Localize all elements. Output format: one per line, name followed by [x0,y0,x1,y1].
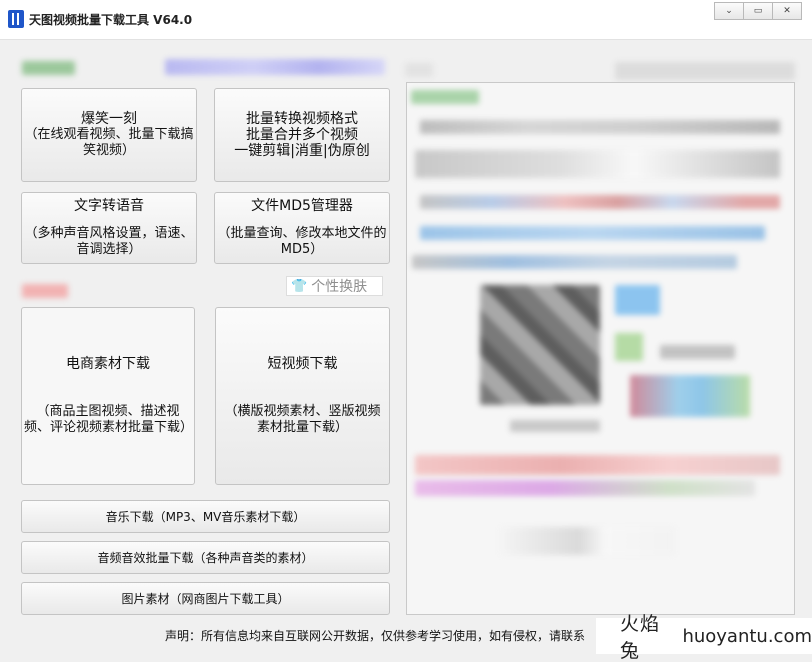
blurred-panel-row [415,150,780,178]
convert-video-label: 批量转换视频格式 [246,111,358,127]
joke-button[interactable]: 爆笑一刻 （在线观看视频、批量下载搞笑视频） [21,88,197,182]
blurred-panel-row [412,255,737,269]
change-skin-link[interactable]: 👕 个性换肤 [286,276,383,296]
blurred-label-left [22,61,75,75]
md5-button-desc: （批量查询、修改本地文件的MD5） [217,226,387,257]
tshirt-icon: 👕 [291,278,308,294]
app-logo-icon [8,10,24,28]
blurred-panel-block [660,345,735,359]
blurred-panel-row [510,420,600,432]
short-video-button-desc: （横版视频素材、竖版视频素材批量下载） [224,404,381,435]
disclaimer-text: 声明：所有信息均来自互联网公开数据，仅供参考学习使用，如有侵权，请联系 [165,629,586,643]
restore-button[interactable]: ▭ [743,2,773,20]
ecommerce-download-button[interactable]: 电商素材下载 （商品主图视频、描述视频、评论视频素材批量下载） [21,307,195,485]
blurred-panel-row [415,480,755,496]
text-to-speech-button[interactable]: 文字转语音 （多种声音风格设置，语速、音调选择） [21,192,197,264]
blurred-label-right-top-2 [615,62,795,80]
blurred-notice-banner [165,59,385,75]
change-skin-label: 个性换肤 [311,279,368,295]
minimize-to-tray-button[interactable]: ⌄ [714,2,744,20]
music-download-button[interactable]: 音乐下载（MP3、MV音乐素材下载） [21,500,390,533]
watermark-cn: 火焰兔 [620,613,661,662]
joke-button-desc: （在线观看视频、批量下载搞笑视频） [24,127,194,158]
blurred-panel-row [411,90,479,104]
blurred-panel-row [420,120,780,134]
blurred-label-right-top [405,63,433,77]
short-video-button-label: 短视频下载 [267,356,338,372]
blurred-panel-row [415,455,780,475]
tts-button-label: 文字转语音 [74,198,144,214]
edit-video-label: 一键剪辑|消重|伪原创 [234,143,370,159]
sound-effect-download-button[interactable]: 音频音效批量下载（各种声音类的素材） [21,541,390,574]
blurred-panel-row [420,226,765,240]
watermark-en: huoyantu.com [682,625,812,647]
short-video-download-button[interactable]: 短视频下载 （横版视频素材、竖版视频素材批量下载） [215,307,390,485]
blurred-skin-tag [22,284,68,298]
blurred-panel-block [615,285,660,315]
joke-button-label: 爆笑一刻 [81,111,137,127]
close-button[interactable]: ✕ [772,2,802,20]
merge-video-label: 批量合并多个视频 [246,127,358,143]
tts-button-desc: （多种声音风格设置，语速、音调选择） [24,226,194,257]
blurred-panel-row [500,527,675,555]
blurred-panel-row [420,195,780,209]
blurred-qr-code [480,285,600,405]
image-material-button[interactable]: 图片素材（网商图片下载工具） [21,582,390,615]
ecommerce-button-label: 电商素材下载 [66,356,150,372]
md5-manager-button[interactable]: 文件MD5管理器 （批量查询、修改本地文件的MD5） [214,192,390,264]
convert-video-button[interactable]: 批量转换视频格式 批量合并多个视频 一键剪辑|消重|伪原创 [214,88,390,182]
md5-button-label: 文件MD5管理器 [251,198,353,214]
blurred-panel-block [615,333,643,361]
watermark: 火焰兔 huoyantu.com [596,613,812,662]
title-bar: 天图视频批量下载工具 V64.0 ⌄ ▭ ✕ [0,0,812,40]
blurred-panel-block [630,375,750,417]
window-title: 天图视频批量下载工具 V64.0 [29,13,193,27]
window-controls: ⌄ ▭ ✕ [714,2,802,20]
ecommerce-button-desc: （商品主图视频、描述视频、评论视频素材批量下载） [24,404,194,435]
